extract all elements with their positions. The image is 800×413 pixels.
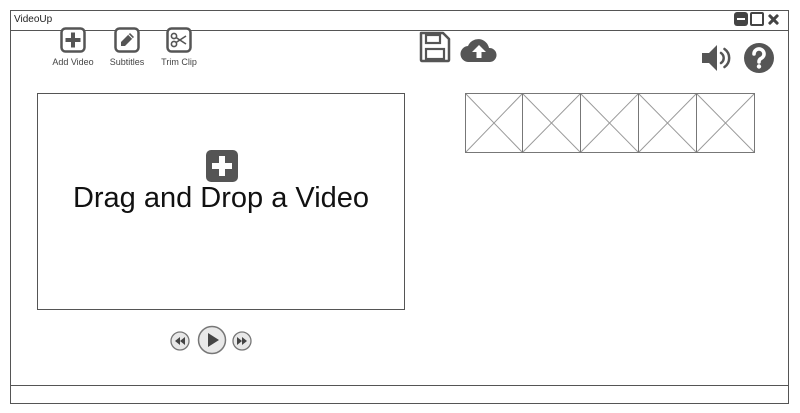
subtitles-icon [114, 27, 140, 53]
trim-clip-icon [166, 27, 192, 53]
thumbnail-placeholder[interactable] [639, 93, 697, 153]
subtitles-button[interactable]: Subtitles [99, 27, 155, 67]
trim-clip-label: Trim Clip [161, 57, 197, 67]
thumbnail-placeholder[interactable] [581, 93, 639, 153]
close-button[interactable] [766, 12, 780, 26]
fast-forward-icon[interactable] [232, 331, 252, 351]
add-video-label: Add Video [52, 57, 94, 67]
thumbnail-placeholder[interactable] [697, 93, 755, 153]
add-video-icon [60, 27, 86, 53]
trim-clip-button[interactable]: Trim Clip [151, 27, 207, 67]
maximize-button[interactable] [750, 12, 764, 26]
add-video-plus-icon [206, 150, 238, 182]
window-title: VideoUp [14, 14, 53, 25]
help-button[interactable] [743, 42, 775, 79]
window-controls [734, 12, 780, 26]
minimize-button[interactable] [734, 12, 748, 26]
play-icon[interactable] [197, 325, 227, 355]
video-drop-zone[interactable]: Drag and Drop a Video [37, 93, 405, 310]
save-icon [419, 31, 451, 63]
upload-button[interactable] [460, 36, 498, 69]
help-icon [744, 43, 774, 73]
rewind-icon[interactable] [170, 331, 190, 351]
playback-controls [170, 325, 255, 355]
thumbnail-placeholder[interactable] [465, 93, 523, 153]
save-button[interactable] [418, 31, 452, 68]
volume-icon [702, 45, 731, 71]
thumbnail-strip [465, 93, 755, 153]
subtitles-label: Subtitles [109, 57, 145, 67]
add-video-button[interactable]: Add Video [45, 27, 101, 67]
upload-cloud-icon [460, 39, 497, 63]
drop-zone-text: Drag and Drop a Video [72, 182, 370, 214]
status-bar [11, 385, 788, 403]
thumbnail-placeholder[interactable] [523, 93, 581, 153]
volume-button[interactable] [700, 42, 734, 79]
